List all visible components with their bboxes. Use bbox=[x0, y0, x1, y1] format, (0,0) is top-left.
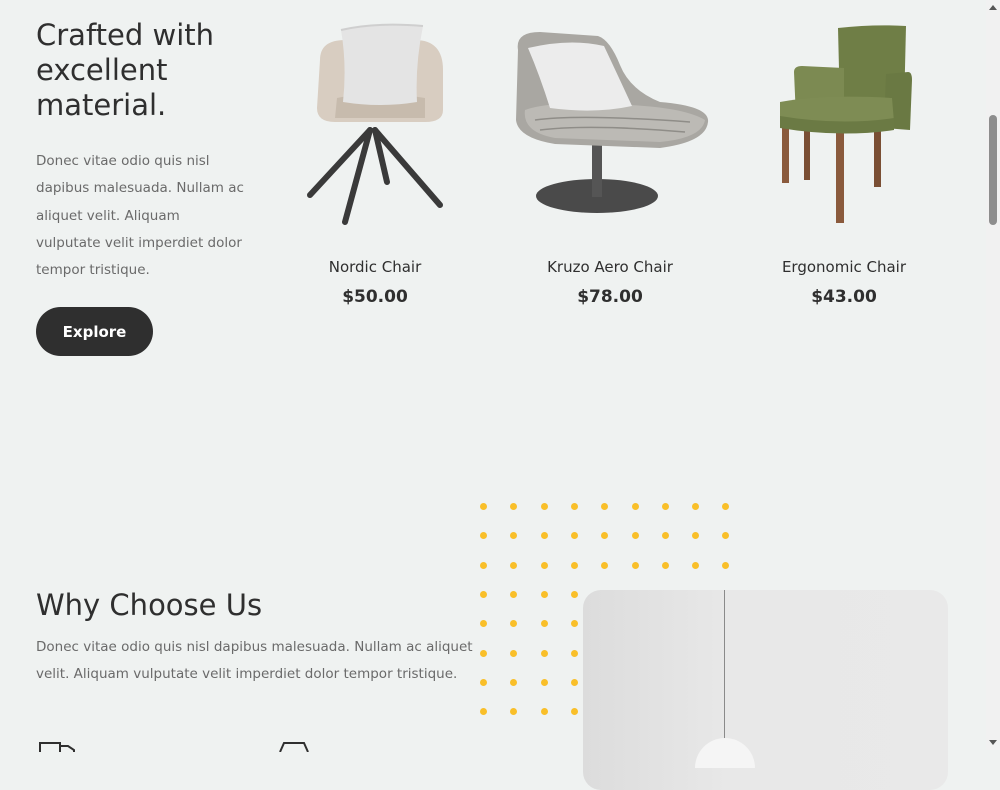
decorative-dot bbox=[570, 561, 578, 569]
vertical-scrollbar[interactable] bbox=[986, 0, 1000, 750]
decorative-dot bbox=[570, 620, 578, 628]
decorative-dot bbox=[510, 620, 518, 628]
decorative-dot bbox=[480, 532, 487, 540]
decorative-dot bbox=[510, 678, 518, 686]
decorative-dot bbox=[510, 503, 518, 510]
why-choose-us-title: Why Choose Us bbox=[36, 588, 263, 622]
decorative-dot bbox=[631, 532, 639, 540]
bag-icon bbox=[279, 742, 309, 752]
decorative-dot bbox=[540, 620, 548, 628]
product-price: $43.00 bbox=[811, 287, 877, 307]
explore-button[interactable]: Explore bbox=[36, 307, 153, 356]
decorative-dot bbox=[540, 678, 548, 686]
hero-title: Crafted with excellent material. bbox=[36, 18, 215, 122]
decorative-dot bbox=[480, 561, 487, 569]
decorative-dot bbox=[480, 620, 487, 628]
ergonomic-chair-image bbox=[780, 25, 912, 223]
decorative-dot bbox=[570, 649, 578, 657]
decorative-dot bbox=[661, 561, 669, 569]
decorative-dot bbox=[570, 590, 578, 598]
decorative-dot bbox=[722, 503, 730, 510]
product-card-nordic-chair[interactable]: Nordic Chair $50.00 bbox=[275, 10, 475, 310]
decorative-dot bbox=[692, 503, 700, 510]
decorative-dot bbox=[540, 590, 548, 598]
decorative-dot bbox=[540, 561, 548, 569]
decorative-dot bbox=[570, 708, 578, 716]
product-card-ergonomic-chair[interactable]: Ergonomic Chair $43.00 bbox=[744, 10, 944, 310]
page: Crafted with excellent material. Donec v… bbox=[0, 0, 986, 790]
nordic-chair-image bbox=[307, 23, 443, 225]
decorative-dot bbox=[540, 708, 548, 716]
decorative-dot bbox=[540, 532, 548, 540]
decorative-dot bbox=[510, 590, 518, 598]
decorative-dot bbox=[631, 503, 639, 510]
decorative-dot bbox=[692, 532, 700, 540]
decorative-dot bbox=[601, 503, 609, 510]
kruzo-aero-chair-image bbox=[516, 32, 709, 213]
decorative-dot bbox=[480, 708, 487, 716]
decorative-dot bbox=[601, 532, 609, 540]
product-card-kruzo-aero-chair[interactable]: Kruzo Aero Chair $78.00 bbox=[510, 10, 710, 310]
decorative-dot bbox=[631, 561, 639, 569]
decorative-dot bbox=[540, 503, 548, 510]
decorative-dot bbox=[570, 503, 578, 510]
product-name: Ergonomic Chair bbox=[781, 258, 907, 276]
decorative-dot bbox=[661, 503, 669, 510]
decorative-dot bbox=[480, 678, 487, 686]
decorative-dot bbox=[601, 561, 609, 569]
lamp-cord bbox=[724, 590, 725, 760]
decorative-dot bbox=[692, 561, 700, 569]
decorative-dot bbox=[480, 590, 487, 598]
truck-icon bbox=[39, 742, 75, 752]
decorative-dot bbox=[480, 649, 487, 657]
decorative-dot bbox=[722, 532, 730, 540]
scroll-up-arrow-icon[interactable] bbox=[988, 0, 998, 14]
product-name: Nordic Chair bbox=[328, 258, 422, 276]
product-price: $78.00 bbox=[577, 287, 643, 307]
decorative-dot bbox=[570, 532, 578, 540]
lamp-photo bbox=[583, 590, 948, 790]
why-choose-us-description: Donec vitae odio quis nisl dapibus males… bbox=[36, 639, 473, 683]
decorative-dot bbox=[570, 678, 578, 686]
decorative-dot bbox=[510, 649, 518, 657]
decorative-dot bbox=[510, 532, 518, 540]
scrollbar-thumb[interactable] bbox=[989, 115, 997, 225]
decorative-dot bbox=[510, 561, 518, 569]
lamp-shade bbox=[695, 738, 755, 768]
product-price: $50.00 bbox=[342, 287, 408, 307]
decorative-dot bbox=[510, 708, 518, 716]
decorative-dot bbox=[540, 649, 548, 657]
decorative-dot bbox=[480, 503, 487, 510]
hero-description: Donec vitae odio quis nisl dapibus males… bbox=[36, 153, 244, 279]
scroll-down-arrow-icon[interactable] bbox=[988, 736, 998, 750]
decorative-dot bbox=[661, 532, 669, 540]
product-name: Kruzo Aero Chair bbox=[547, 258, 673, 276]
decorative-dot bbox=[722, 561, 730, 569]
